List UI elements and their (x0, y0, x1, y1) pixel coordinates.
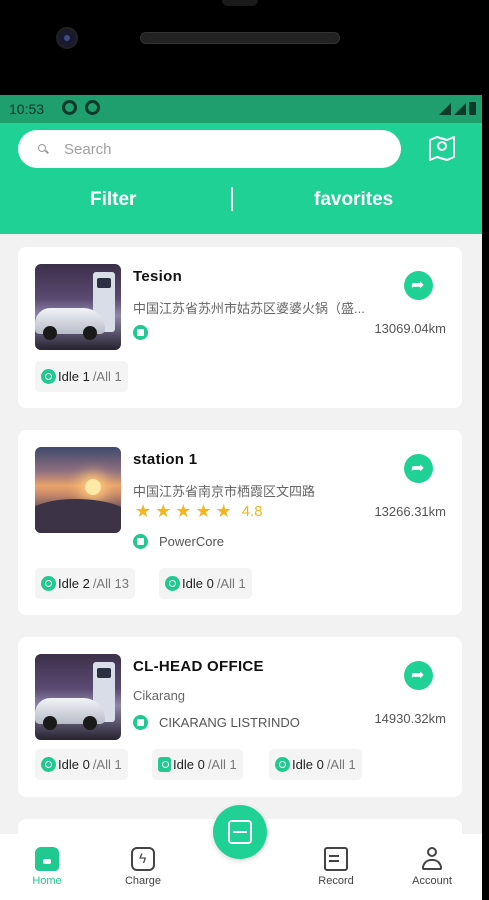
station-operator: CIKARANG LISTRINDO (133, 715, 300, 730)
star-icon: ★ (175, 501, 192, 521)
nav-home[interactable]: Home (12, 847, 82, 887)
station-rating: ★ ★ ★ ★ ★ 4.8 (135, 502, 263, 520)
status-time: 10:53 (9, 101, 45, 117)
earpiece-speaker (140, 32, 340, 44)
operator-name: PowerCore (159, 534, 225, 549)
nav-charge[interactable]: Charge (108, 847, 178, 887)
connector-chip: Idle 1 /All 1 (35, 361, 128, 392)
plug-icon (275, 757, 290, 772)
plug-icon (41, 369, 56, 384)
scan-icon (228, 820, 252, 844)
station-distance: 13069.04km (374, 321, 446, 336)
search-icon (38, 144, 46, 152)
connector-chip: Idle 0 /All 1 (159, 568, 252, 599)
connector-chip: Idle 0 /All 1 (152, 749, 243, 780)
connector-idle: Idle 0 (173, 757, 205, 772)
connector-idle: Idle 0 (182, 576, 214, 591)
station-address: 中国江苏省苏州市姑苏区婆婆火锅（盛... (133, 301, 365, 316)
station-distance: 13266.31km (374, 504, 446, 519)
connector-chip: Idle 0 /All 1 (35, 749, 128, 780)
station-image (35, 447, 121, 533)
station-card[interactable]: station 1 中国江苏省南京市栖霞区文四路 ★ ★ ★ ★ ★ 4.8 P… (18, 430, 462, 615)
star-icon: ★ (135, 501, 152, 521)
station-card[interactable]: CL-HEAD OFFICE Cikarang CIKARANG LISTRIN… (18, 637, 462, 797)
sync-status-icon (85, 100, 100, 115)
search-placeholder: Search (64, 141, 112, 158)
star-icon: ★ (195, 501, 212, 521)
connector-chip: Idle 2 /All 13 (35, 568, 135, 599)
connector-idle: Idle 2 (58, 576, 90, 591)
map-button[interactable] (425, 131, 459, 165)
nav-record-label: Record (318, 875, 354, 887)
nav-account-label: Account (412, 875, 452, 887)
operator-name: CIKARANG LISTRINDO (159, 715, 300, 730)
connector-all: /All 13 (92, 576, 129, 591)
station-address: 中国江苏省南京市栖霞区文四路 (133, 484, 316, 499)
station-name: station 1 (133, 451, 198, 468)
account-icon (420, 847, 444, 871)
tab-favorites[interactable]: favorites (314, 189, 393, 211)
operator-icon (133, 325, 148, 340)
status-bar: 10:53 (0, 95, 482, 123)
navigate-icon[interactable] (404, 454, 433, 483)
station-card[interactable]: Tesion 中国江苏省苏州市姑苏区婆婆火锅（盛... 13069.04km I… (18, 247, 462, 408)
nav-account[interactable]: Account (397, 847, 467, 887)
station-address: Cikarang (133, 688, 186, 703)
device-bezel (0, 0, 489, 95)
tab-divider (231, 187, 233, 211)
navigate-icon[interactable] (404, 271, 433, 300)
star-icon: ★ (215, 501, 232, 521)
scan-button[interactable] (213, 805, 267, 859)
station-operator: PowerCore (133, 534, 224, 549)
device-notch (222, 0, 258, 6)
front-camera (56, 27, 78, 49)
home-icon (35, 847, 59, 871)
connector-all: /All 1 (326, 757, 356, 772)
station-distance: 14930.32km (374, 711, 446, 726)
search-input[interactable]: Search (18, 130, 401, 168)
plug-icon (41, 576, 56, 591)
connector-all: /All 1 (207, 757, 237, 772)
connector-idle: Idle 0 (58, 757, 90, 772)
star-icon: ★ (155, 501, 172, 521)
operator-icon (133, 534, 148, 549)
tab-filter[interactable]: Filter (90, 189, 136, 211)
map-icon (429, 136, 455, 161)
wifi-icon (439, 103, 451, 115)
navigate-icon[interactable] (404, 661, 433, 690)
header: Search Filter favorites (0, 123, 482, 234)
station-list: Tesion 中国江苏省苏州市姑苏区婆婆火锅（盛... 13069.04km I… (0, 234, 482, 834)
record-icon (324, 847, 348, 871)
station-name: CL-HEAD OFFICE (133, 658, 264, 675)
connector-idle: Idle 1 (58, 369, 90, 384)
battery-icon (469, 102, 476, 115)
connector-chip: Idle 0 /All 1 (269, 749, 362, 780)
connector-all: /All 1 (92, 369, 122, 384)
nav-charge-label: Charge (124, 875, 162, 887)
connector-all: /All 1 (92, 757, 122, 772)
station-operator (133, 325, 148, 340)
signal-icon (454, 103, 466, 115)
rating-value: 4.8 (241, 502, 263, 520)
nav-record[interactable]: Record (301, 847, 371, 887)
plug-icon (165, 576, 180, 591)
charge-icon (131, 847, 155, 871)
station-name: Tesion (133, 268, 183, 285)
operator-icon (133, 715, 148, 730)
station-image (35, 654, 121, 740)
station-image (35, 264, 121, 350)
nav-home-label: Home (32, 875, 62, 887)
filter-tabs: Filter favorites (0, 183, 482, 219)
device-edge (482, 95, 489, 900)
connector-all: /All 1 (216, 576, 246, 591)
plug-icon (41, 757, 56, 772)
plug-icon (158, 757, 171, 772)
settings-status-icon (62, 100, 77, 115)
connector-idle: Idle 0 (292, 757, 324, 772)
